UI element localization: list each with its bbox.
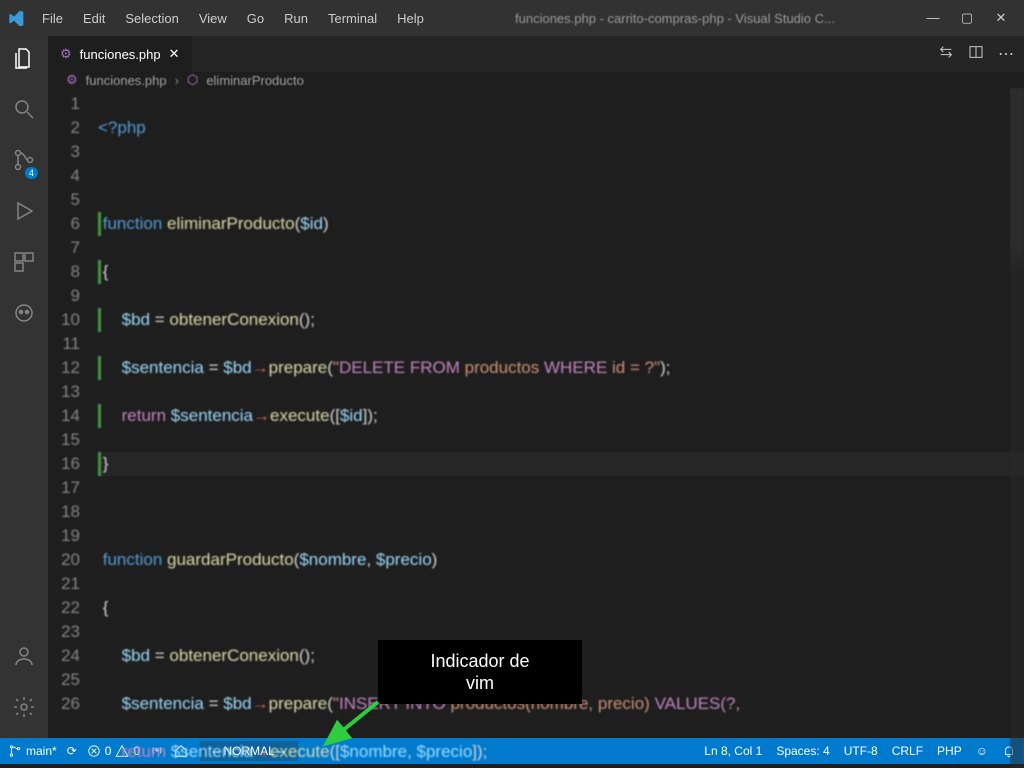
- activity-extensions[interactable]: [12, 250, 36, 279]
- symbol-function-icon: ⬡: [187, 72, 198, 88]
- git-branch-icon: [8, 744, 22, 758]
- tab-close-icon[interactable]: ✕: [169, 46, 180, 62]
- activity-settings[interactable]: [12, 695, 36, 724]
- activity-account[interactable]: [12, 644, 36, 673]
- activity-scm[interactable]: 4: [12, 148, 36, 177]
- editor-actions: ⋯: [928, 44, 1024, 64]
- php-file-icon: ⚙: [60, 46, 72, 62]
- editor-area: ⚙ funciones.php ✕ ⋯ ⚙ funciones.php › ⬡ …: [48, 36, 1024, 738]
- menu-help[interactable]: Help: [389, 7, 432, 30]
- line-gutter: 1234567891011121314151617181920212223242…: [48, 88, 98, 768]
- breadcrumb-symbol[interactable]: eliminarProducto: [206, 73, 304, 88]
- activity-search[interactable]: [12, 97, 36, 126]
- files-icon: [12, 46, 36, 70]
- breadcrumb[interactable]: ⚙ funciones.php › ⬡ eliminarProducto: [48, 72, 1024, 88]
- menu-go[interactable]: Go: [239, 7, 272, 30]
- account-icon: [12, 644, 36, 668]
- annotation-arrow-icon: [320, 700, 390, 750]
- activity-explorer[interactable]: [12, 46, 36, 75]
- window-title: funciones.php - carrito-compras-php - Vi…: [432, 11, 918, 26]
- menu-terminal[interactable]: Terminal: [320, 7, 385, 30]
- robot-icon: [12, 301, 36, 325]
- window-controls: — ▢ ✕: [918, 10, 1016, 26]
- menu-edit[interactable]: Edit: [75, 7, 113, 30]
- chevron-right-icon: ›: [175, 73, 179, 88]
- close-button[interactable]: ✕: [992, 10, 1010, 26]
- maximize-button[interactable]: ▢: [958, 10, 976, 26]
- activity-bar: 4: [0, 36, 48, 738]
- title-bar: File Edit Selection View Go Run Terminal…: [0, 0, 1024, 36]
- tab-label: funciones.php: [80, 47, 161, 62]
- scm-badge: 4: [25, 167, 38, 179]
- split-editor-icon[interactable]: [968, 44, 984, 60]
- menu-selection[interactable]: Selection: [117, 7, 186, 30]
- menu-file[interactable]: File: [34, 7, 71, 30]
- vscode-logo-icon: [8, 10, 24, 26]
- tab-bar: ⚙ funciones.php ✕ ⋯: [48, 36, 1024, 72]
- shell: 4 ⚙ funciones.php ✕: [0, 36, 1024, 738]
- minimap[interactable]: [1010, 88, 1024, 768]
- activity-debug[interactable]: [12, 199, 36, 228]
- php-file-icon: ⚙: [66, 72, 78, 88]
- compare-icon[interactable]: [938, 44, 954, 60]
- activity-copilot[interactable]: [12, 301, 36, 330]
- run-debug-icon: [12, 199, 36, 223]
- menu-bar: File Edit Selection View Go Run Terminal…: [34, 7, 432, 30]
- more-actions-icon[interactable]: ⋯: [998, 44, 1014, 64]
- minimize-button[interactable]: —: [924, 10, 942, 26]
- annotation-callout: Indicador devim: [378, 640, 582, 704]
- extensions-icon: [12, 250, 36, 274]
- menu-run[interactable]: Run: [276, 7, 316, 30]
- tab-funciones-php[interactable]: ⚙ funciones.php ✕: [48, 36, 193, 72]
- breadcrumb-file[interactable]: funciones.php: [86, 73, 167, 88]
- menu-view[interactable]: View: [191, 7, 235, 30]
- gear-icon: [12, 695, 36, 719]
- search-icon: [12, 97, 36, 121]
